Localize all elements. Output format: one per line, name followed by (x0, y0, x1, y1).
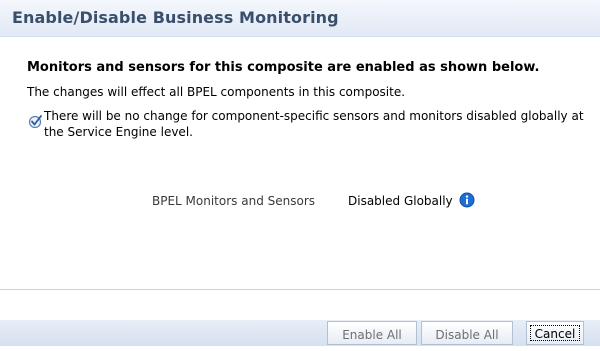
disable-all-button[interactable]: Disable All (421, 321, 513, 345)
dialog-footer: Enable All Disable All Cancel (0, 289, 600, 351)
cancel-button[interactable]: Cancel (526, 321, 584, 345)
dialog-headline: Monitors and sensors for this composite … (27, 60, 540, 75)
effect-text: The changes will effect all BPEL compone… (27, 85, 406, 99)
dialog-titlebar: Enable/Disable Business Monitoring (0, 0, 600, 37)
enable-all-button[interactable]: Enable All (327, 321, 417, 345)
checkmark-circle-icon (28, 115, 42, 129)
status-value: Disabled Globally (348, 194, 453, 208)
dialog-content: Monitors and sensors for this composite … (0, 37, 600, 289)
status-label: BPEL Monitors and Sensors (152, 194, 316, 208)
info-icon[interactable] (459, 192, 475, 208)
note-text: There will be no change for component-sp… (44, 109, 584, 139)
business-monitoring-dialog: Enable/Disable Business Monitoring Monit… (0, 0, 600, 350)
status-row: BPEL Monitors and Sensors Disabled Globa… (0, 192, 600, 212)
dialog-title: Enable/Disable Business Monitoring (12, 8, 339, 27)
cancel-button-label: Cancel (530, 325, 580, 341)
